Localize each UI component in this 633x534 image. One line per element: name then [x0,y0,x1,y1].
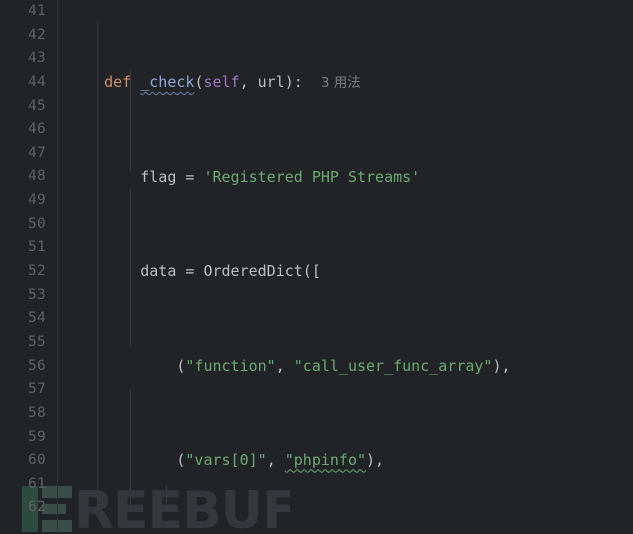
punct: , [266,451,285,470]
line-number: 61 [27,475,46,492]
line-number: 54 [27,310,46,327]
punct: , [275,356,294,375]
line-number: 47 [27,144,46,161]
line-number: 43 [27,50,46,67]
code-line-45[interactable]: ("vars[0]", "phpinfo"), [58,449,633,473]
punct: ), [366,451,385,470]
line-number: 44 [27,73,46,90]
function-name[interactable]: _check [140,73,194,91]
string-literal: "function" [185,356,276,375]
line-number: 56 [27,357,46,374]
line-number: 58 [27,404,46,421]
line-number: 45 [27,97,46,114]
line-number: 55 [27,333,46,350]
punct: , [239,72,258,91]
code-line-41[interactable]: def _check(self, url): 3 用法 [58,71,633,95]
line-number: 49 [27,192,46,209]
code-line-42[interactable]: flag = 'Registered PHP Streams' [58,166,633,190]
self-param: self [203,72,240,91]
line-number: 51 [27,239,46,256]
param-url: url [257,72,285,91]
line-number: 52 [27,263,46,280]
call-ordereddict: OrderedDict([ [203,262,321,281]
ident-data: data [140,262,177,281]
line-number: 42 [27,26,46,43]
line-number: 53 [27,286,46,303]
line-number: 57 [27,381,46,398]
string-literal: "call_user_func_array" [293,356,493,375]
punct: ): [284,72,303,91]
code-content[interactable]: def _check(self, url): 3 用法 flag = 'Regi… [58,0,633,534]
line-number: 50 [27,215,46,232]
code-line-43[interactable]: data = OrderedDict([ [58,260,633,284]
line-number: 60 [27,452,46,469]
code-line-44[interactable]: ("function", "call_user_func_array"), [58,355,633,379]
string-literal: 'Registered PHP Streams' [203,167,421,186]
op: = [176,262,204,281]
line-number: 59 [27,428,46,445]
line-number: 46 [27,121,46,138]
line-number: 62 [27,499,46,516]
line-number: 48 [27,168,46,185]
punct: ), [492,356,511,375]
line-number: 41 [27,3,46,19]
keyword-def: def [104,72,132,91]
string-literal: "vars[0]" [185,451,267,470]
ident-flag: flag [140,167,177,186]
string-literal-phpinfo: "phpinfo" [284,451,367,470]
usages-inlay-hint[interactable]: 3 用法 [321,75,361,91]
code-editor[interactable]: REEBUF 41 42 43 44 45 46 47 48 49 50 51 … [0,0,633,534]
op: = [176,167,204,186]
line-number-gutter[interactable]: 41 42 43 44 45 46 47 48 49 50 51 52 53 5… [0,0,58,534]
